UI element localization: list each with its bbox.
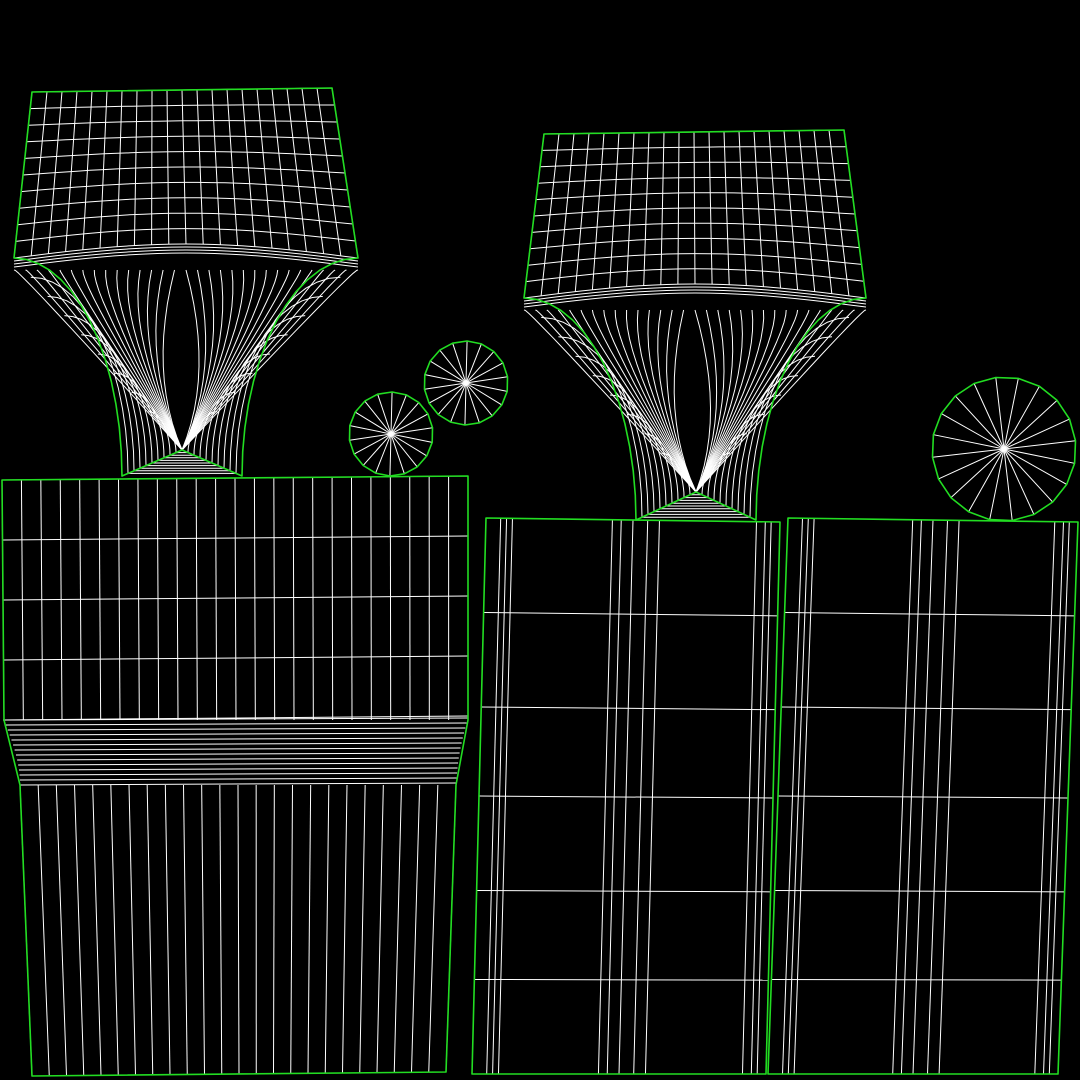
tube-column (312, 477, 314, 721)
tube-column (331, 477, 334, 721)
strip-row (474, 978, 769, 981)
strip-row (771, 978, 1062, 981)
tube-column (351, 476, 353, 721)
uv-layout-canvas (0, 0, 1080, 1080)
